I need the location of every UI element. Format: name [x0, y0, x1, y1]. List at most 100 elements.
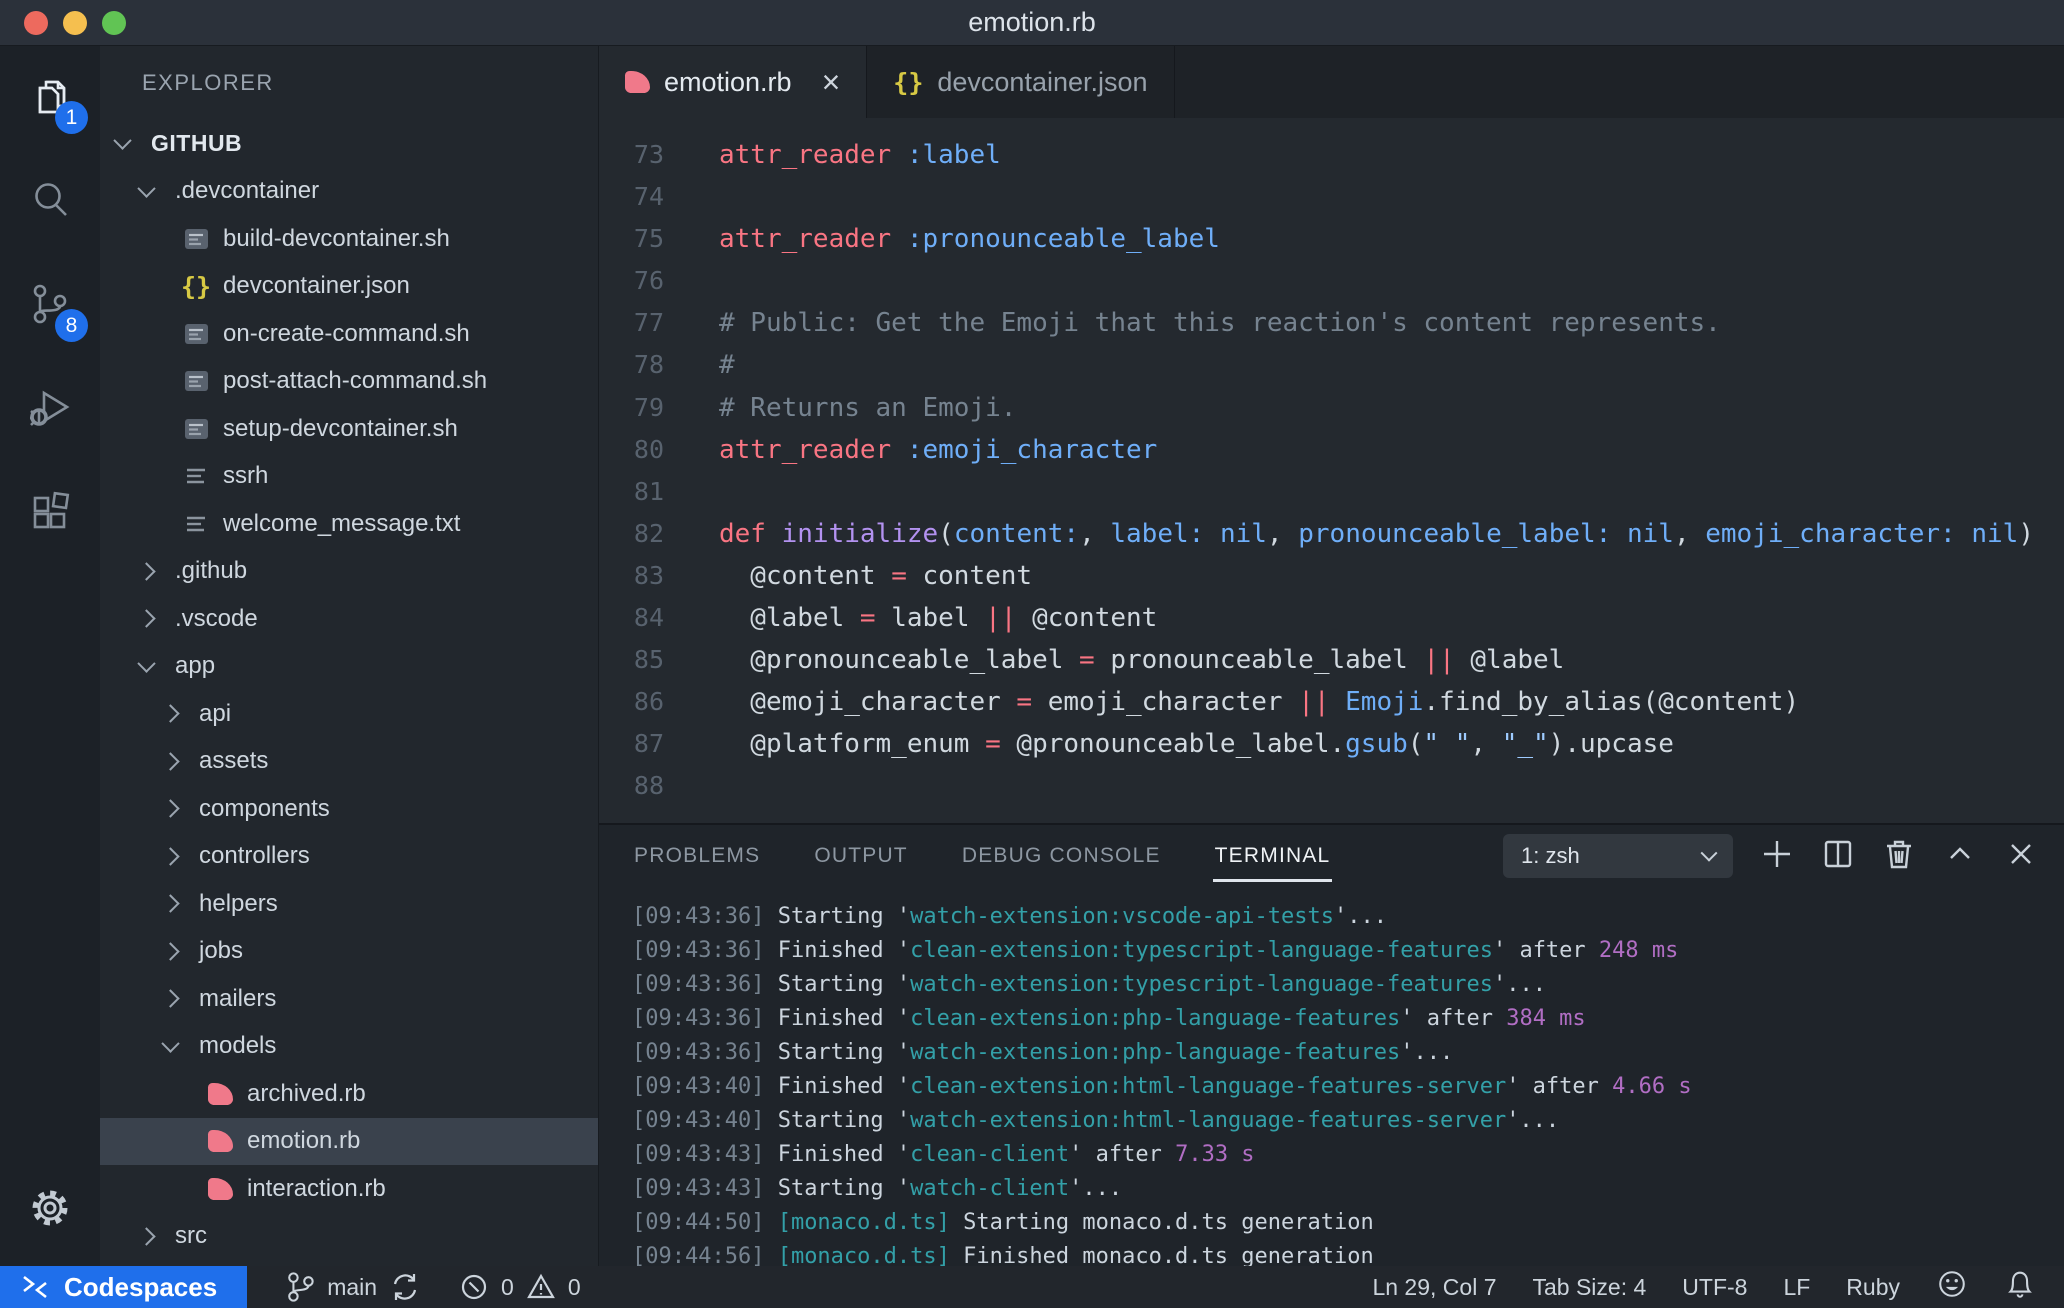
search-icon	[27, 177, 73, 228]
close-window-button[interactable]	[24, 11, 48, 35]
tree-item-label: app	[175, 652, 216, 680]
error-count: 0	[501, 1273, 514, 1300]
panel-tab-problems[interactable]: PROBLEMS	[632, 830, 762, 882]
panel-tabs: PROBLEMS OUTPUT DEBUG CONSOLE TERMINAL	[632, 830, 1333, 882]
language-mode-status-item[interactable]: Ruby	[1846, 1274, 1900, 1301]
activity-item-source-control[interactable]: 8	[0, 254, 100, 358]
tree-item-label: archived.rb	[247, 1079, 366, 1107]
tree-row-github[interactable]: GITHUB	[100, 120, 598, 168]
panel-actions: 1: zsh	[1503, 834, 2038, 878]
maximize-window-button[interactable]	[102, 11, 126, 35]
code-editor[interactable]: 73 attr_reader :label 74 75 attr_reader :pro…	[599, 118, 2064, 823]
tree-row--vscode[interactable]: .vscode	[100, 595, 598, 643]
explorer-sidebar: EXPLORER GITHUB .devcontainer build-devco…	[100, 46, 599, 1266]
activity-item-extensions[interactable]	[0, 462, 100, 566]
notifications-button[interactable]	[2004, 1268, 2036, 1306]
tree-row-helpers[interactable]: helpers	[100, 880, 598, 928]
trash-button[interactable]	[1882, 837, 1916, 876]
terminal-output[interactable]: [09:43:36] Starting 'watch-extension:vsc…	[599, 887, 2064, 1266]
code-line-80: 80 attr_reader :emoji_character	[599, 429, 2064, 471]
tree-row-devcontainer-json[interactable]: {} devcontainer.json	[100, 263, 598, 311]
tree-row-ssrh[interactable]: ssrh	[100, 453, 598, 501]
tree-row-archived-rb[interactable]: archived.rb	[100, 1070, 598, 1118]
tree-item-label: interaction.rb	[247, 1174, 386, 1202]
tree-item-label: components	[199, 794, 330, 822]
tree-row-setup-devcontainer-sh[interactable]: setup-devcontainer.sh	[100, 405, 598, 453]
line-number: 88	[633, 771, 664, 801]
line-number: 85	[633, 645, 664, 675]
code-line-81: 81	[599, 471, 2064, 513]
problems-status-item[interactable]: 0 0	[459, 1272, 581, 1302]
tree-item-label: ssrh	[223, 462, 269, 490]
cursor-position-status-item[interactable]: Ln 29, Col 7	[1372, 1274, 1496, 1301]
terminal-selector[interactable]: 1: zsh	[1503, 834, 1733, 878]
tree-row-models[interactable]: models	[100, 1023, 598, 1071]
code-line-87: 87 @platform_enum = @pronounceable_label…	[599, 723, 2064, 765]
editor-tab-bar: emotion.rb × {} devcontainer.json	[599, 46, 2064, 118]
json-file-icon: {}	[180, 271, 212, 301]
tree-item-label: mailers	[199, 984, 277, 1012]
tree-row-on-create-command-sh[interactable]: on-create-command.sh	[100, 310, 598, 358]
tree-row-src[interactable]: src	[100, 1213, 598, 1261]
split-terminal-icon	[1821, 837, 1855, 876]
tree-row-assets[interactable]: assets	[100, 738, 598, 786]
settings-button[interactable]	[0, 1170, 100, 1250]
tree-row-components[interactable]: components	[100, 785, 598, 833]
code-line-78: 78 #	[599, 344, 2064, 386]
panel-tab-output[interactable]: OUTPUT	[812, 830, 910, 882]
file-tree: GITHUB .devcontainer build-devcontainer.s…	[100, 120, 598, 1266]
tree-row-emotion-rb[interactable]: emotion.rb	[100, 1117, 598, 1165]
panel-tab-debug-console[interactable]: DEBUG CONSOLE	[960, 830, 1163, 882]
activity-item-explorer[interactable]: 1	[0, 46, 100, 150]
bell-icon	[2004, 1268, 2036, 1306]
encoding-status-item[interactable]: UTF-8	[1682, 1274, 1747, 1301]
line-number: 82	[633, 518, 664, 548]
tree-row-welcome-message-txt[interactable]: welcome_message.txt	[100, 500, 598, 548]
chevron-up-icon	[1943, 837, 1977, 876]
warning-count: 0	[567, 1273, 581, 1300]
activity-bar: 1 8	[0, 46, 100, 1266]
feedback-smiley-button[interactable]	[1936, 1268, 1968, 1306]
tree-row-interaction-rb[interactable]: interaction.rb	[100, 1165, 598, 1213]
tree-row--devcontainer[interactable]: .devcontainer	[100, 168, 598, 216]
tree-row--github[interactable]: .github	[100, 548, 598, 596]
code-line-73: 73 attr_reader :label	[599, 134, 2064, 176]
chevron-down-icon	[113, 131, 132, 151]
chevron-up-button[interactable]	[1943, 837, 1977, 876]
tree-item-label: api	[199, 699, 232, 727]
shell-file-icon	[184, 228, 208, 249]
tree-row-controllers[interactable]: controllers	[100, 833, 598, 881]
activity-item-run-debug[interactable]	[0, 358, 100, 462]
tree-item-label: .vscode	[175, 604, 258, 632]
window-title: emotion.rb	[968, 7, 1096, 37]
tree-row-api[interactable]: api	[100, 690, 598, 738]
editor-tab-emotion-rb[interactable]: emotion.rb ×	[599, 46, 868, 118]
split-terminal-button[interactable]	[1821, 837, 1855, 876]
chevron-down-icon	[1700, 844, 1718, 862]
panel-tab-terminal[interactable]: TERMINAL	[1212, 830, 1333, 882]
editor-tab-devcontainer-json[interactable]: {} devcontainer.json	[867, 46, 1175, 118]
codespaces-status-item[interactable]: Codespaces	[0, 1266, 248, 1308]
tree-row-app[interactable]: app	[100, 643, 598, 691]
line-number: 86	[633, 687, 664, 717]
git-branch-icon	[288, 1272, 314, 1302]
plus-button[interactable]	[1760, 837, 1794, 876]
tab-size-status-item[interactable]: Tab Size: 4	[1532, 1274, 1646, 1301]
tree-item-label: setup-devcontainer.sh	[223, 414, 458, 442]
line-number: 79	[633, 392, 664, 422]
close-tab-icon[interactable]: ×	[822, 66, 841, 98]
tree-item-label: GITHUB	[151, 130, 243, 157]
tree-row-build-devcontainer-sh[interactable]: build-devcontainer.sh	[100, 215, 598, 263]
tree-row-jobs[interactable]: jobs	[100, 928, 598, 976]
minimize-window-button[interactable]	[63, 11, 87, 35]
tree-item-label: welcome_message.txt	[223, 509, 461, 537]
tree-row-mailers[interactable]: mailers	[100, 975, 598, 1023]
branch-status-item[interactable]: main	[285, 1270, 421, 1304]
json-file-icon: {}	[893, 67, 924, 97]
activity-item-search[interactable]	[0, 150, 100, 254]
tree-row-post-attach-command-sh[interactable]: post-attach-command.sh	[100, 358, 598, 406]
close-button[interactable]	[2004, 837, 2038, 876]
tree-item-label: controllers	[199, 842, 310, 870]
terminal-line: [09:43:43] Starting 'watch-client'...	[632, 1176, 1123, 1201]
eol-status-item[interactable]: LF	[1783, 1274, 1810, 1301]
